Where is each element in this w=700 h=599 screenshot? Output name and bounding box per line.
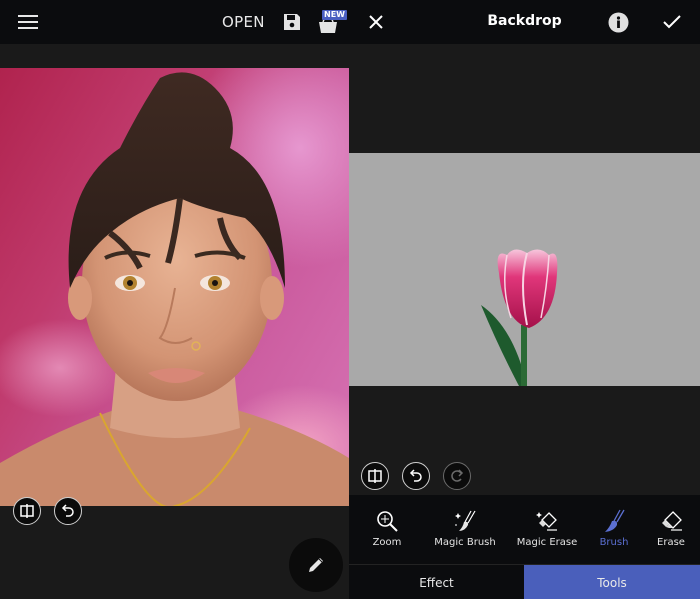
info-button[interactable] — [606, 10, 630, 34]
new-badge: NEW — [322, 10, 347, 20]
tab-tools[interactable]: Tools — [524, 565, 700, 599]
brush-icon — [605, 509, 625, 532]
tulip-image — [481, 249, 558, 386]
shop-button[interactable]: NEW — [313, 8, 349, 36]
compare-button[interactable] — [361, 462, 389, 490]
backdrop-canvas[interactable] — [349, 153, 700, 386]
apply-button[interactable] — [660, 10, 684, 34]
portrait-subject — [0, 72, 349, 506]
tool-label: Magic Erase — [516, 537, 578, 548]
left-editor-panel: OPEN NEW — [0, 0, 349, 599]
tool-erase[interactable]: Erase — [651, 495, 691, 564]
undo-button[interactable] — [402, 462, 430, 490]
undo-icon — [61, 504, 74, 517]
edit-fab-button[interactable] — [289, 538, 343, 592]
tool-zoom[interactable]: Zoom — [363, 495, 411, 564]
compare-button[interactable] — [13, 497, 41, 525]
compare-icon — [368, 469, 382, 483]
open-button[interactable]: OPEN — [222, 12, 265, 32]
redo-icon — [451, 469, 464, 482]
left-top-bar: OPEN NEW — [0, 0, 349, 44]
tool-label: Zoom — [372, 537, 402, 548]
tool-label: Magic Brush — [434, 537, 496, 548]
hamburger-menu-icon — [18, 15, 38, 29]
redo-button[interactable] — [443, 462, 471, 490]
compare-icon — [20, 504, 34, 518]
portrait-photo[interactable] — [0, 68, 349, 506]
menu-button[interactable] — [14, 10, 42, 34]
tool-brush[interactable]: Brush — [597, 495, 631, 564]
save-button[interactable] — [281, 11, 303, 33]
undo-icon — [409, 469, 422, 482]
eraser-icon — [662, 511, 682, 531]
tool-strip: Zoom Magic Brush Magic Erase Brush Erase — [349, 495, 700, 564]
tool-magic-erase[interactable]: Magic Erase — [517, 495, 577, 564]
bottom-tabs: Effect Tools — [349, 564, 700, 599]
undo-button[interactable] — [54, 497, 82, 525]
right-top-bar: Backdrop — [349, 0, 700, 44]
tool-label: Erase — [657, 537, 685, 548]
checkmark-icon — [663, 15, 681, 29]
backdrop-panel: Backdrop Zoom Magic Brush Magic Erase Br… — [349, 0, 700, 599]
zoom-icon — [377, 511, 398, 532]
tab-effect[interactable]: Effect — [349, 565, 524, 599]
tool-label: Brush — [599, 537, 629, 548]
tool-magic-brush[interactable]: Magic Brush — [434, 495, 496, 564]
floppy-disk-icon — [284, 14, 300, 30]
panel-title: Backdrop — [487, 13, 562, 29]
magic-eraser-icon — [536, 512, 557, 531]
magic-brush-icon — [455, 510, 476, 531]
pencil-icon — [309, 558, 323, 572]
info-icon — [608, 12, 628, 32]
